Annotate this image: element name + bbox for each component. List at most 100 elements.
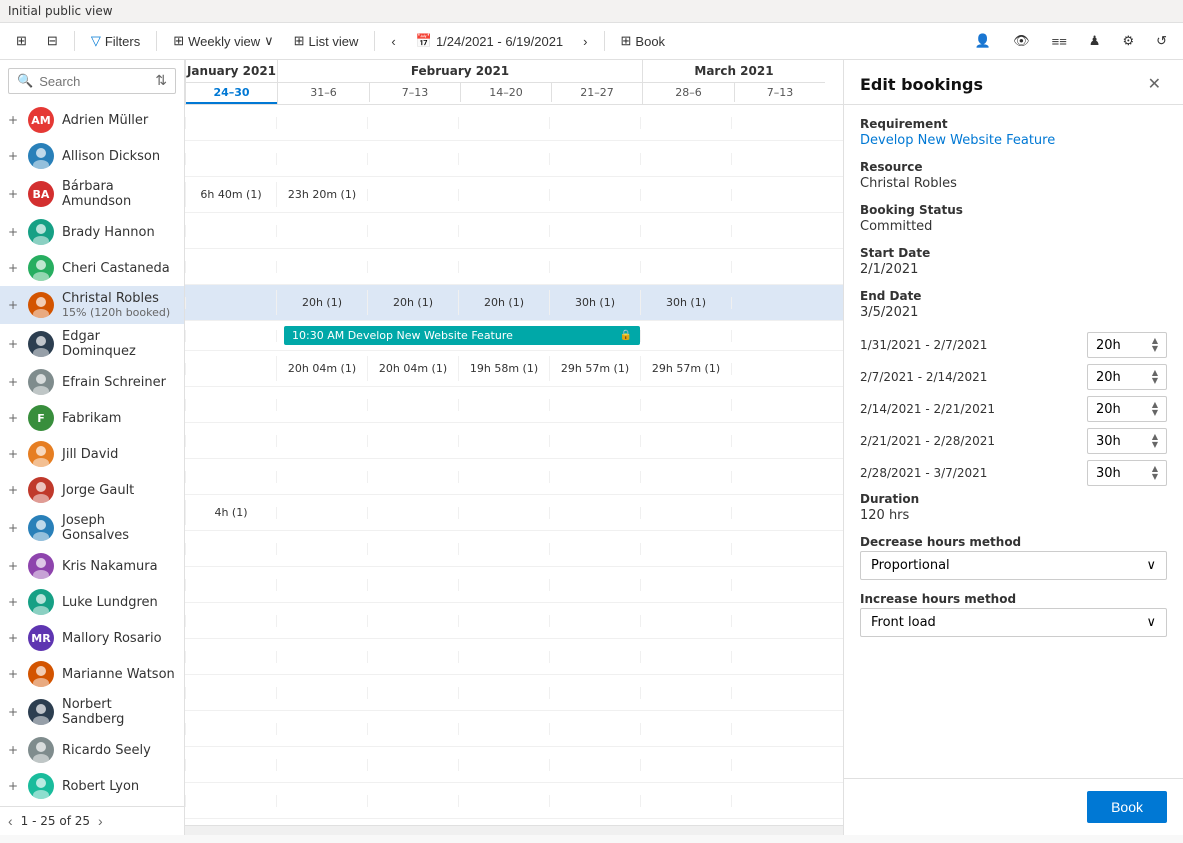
- resource-item[interactable]: +Marianne Watson: [0, 656, 184, 692]
- cal-week-cell[interactable]: 14–20: [460, 83, 551, 102]
- book-toolbar-button[interactable]: ⊞ Book: [613, 29, 674, 53]
- cal-cell: [549, 507, 640, 519]
- next-page-button[interactable]: ›: [98, 813, 103, 829]
- cal-cell: [458, 687, 549, 699]
- expand-icon: +: [8, 705, 20, 719]
- week-hours-input[interactable]: 20h▲▼: [1087, 364, 1167, 390]
- cal-cell: [640, 225, 731, 237]
- resource-name: Kris Nakamura: [62, 559, 158, 574]
- weekly-view-button[interactable]: ⊞ Weekly view ∨: [165, 29, 281, 53]
- increase-method-dropdown[interactable]: Front load ∨: [860, 608, 1167, 637]
- scrollbar-track[interactable]: [185, 825, 843, 835]
- resource-item[interactable]: +Luke Lundgren: [0, 584, 184, 620]
- resource-item[interactable]: +Allison Dickson: [0, 138, 184, 174]
- requirement-field: Requirement Develop New Website Feature: [860, 117, 1167, 148]
- resource-item[interactable]: +Robert Lyon: [0, 768, 184, 804]
- week-range-label: 2/21/2021 - 2/28/2021: [860, 434, 1079, 448]
- cal-week-cell[interactable]: 7–13: [734, 83, 825, 102]
- cal-week-cell[interactable]: 21–27: [551, 83, 642, 102]
- resource-item[interactable]: +MRMallory Rosario: [0, 620, 184, 656]
- booking-bar[interactable]: 10:30 AM Develop New Website Feature🔒: [284, 326, 640, 345]
- resource-item[interactable]: +Christal Robles15% (120h booked): [0, 286, 184, 324]
- cal-cell: [185, 579, 276, 591]
- search-input[interactable]: [39, 74, 149, 89]
- week-hours-down[interactable]: ▼: [1152, 377, 1158, 385]
- cal-cell: [640, 543, 731, 555]
- cal-week-cell[interactable]: 28–6: [643, 83, 734, 102]
- cal-week-cell[interactable]: 7–13: [369, 83, 460, 102]
- list-view-button[interactable]: ⊞ List view: [286, 29, 367, 53]
- resource-item[interactable]: +Ryan Brim: [0, 804, 184, 806]
- resource-item[interactable]: +Jorge Gault: [0, 472, 184, 508]
- prev-page-button[interactable]: ‹: [8, 813, 13, 829]
- book-toolbar-icon: ⊞: [621, 33, 632, 49]
- cal-week-cell[interactable]: 24–30: [186, 83, 277, 104]
- resource-item[interactable]: +Cheri Castaneda: [0, 250, 184, 286]
- week-hours-input[interactable]: 30h▲▼: [1087, 428, 1167, 454]
- cal-cell: [367, 543, 458, 555]
- cal-week-cell[interactable]: 31–6: [278, 83, 369, 102]
- refresh-icon-button[interactable]: ↺: [1148, 29, 1175, 53]
- persona-icon-button[interactable]: 👤: [967, 29, 999, 53]
- cal-row: [185, 603, 843, 639]
- week-hours-down[interactable]: ▼: [1152, 409, 1158, 417]
- resource-item[interactable]: +Jill David: [0, 436, 184, 472]
- avatar: [28, 515, 54, 541]
- week-hours-input[interactable]: 30h▲▼: [1087, 460, 1167, 486]
- date-range-button[interactable]: 📅 1/24/2021 - 6/19/2021: [408, 29, 571, 53]
- start-date-field: Start Date 2/1/2021: [860, 246, 1167, 277]
- resource-item[interactable]: +FFabrikam: [0, 400, 184, 436]
- resource-item[interactable]: +Edgar Dominquez: [0, 324, 184, 364]
- resource-item[interactable]: +Kris Nakamura: [0, 548, 184, 584]
- week-hours-input[interactable]: 20h▲▼: [1087, 332, 1167, 358]
- eye-icon-button[interactable]: 👁: [1005, 29, 1038, 53]
- side-panel-button[interactable]: ⊟: [39, 29, 66, 53]
- edit-panel-header: Edit bookings ✕: [844, 60, 1183, 105]
- week-hours-down[interactable]: ▼: [1152, 441, 1158, 449]
- cal-cell: [731, 363, 822, 375]
- cal-row: [185, 141, 843, 177]
- cal-cell: [276, 435, 367, 447]
- hierarchy-icon-button[interactable]: ♟: [1081, 29, 1109, 53]
- cal-month-label: February 2021: [278, 60, 642, 83]
- sort-icon[interactable]: ⇅: [155, 73, 167, 89]
- toggle-panel-button[interactable]: ⊞: [8, 29, 35, 53]
- resource-item[interactable]: +AMAdrien Müller: [0, 102, 184, 138]
- expand-icon: +: [8, 483, 20, 497]
- cal-cell: [549, 225, 640, 237]
- resource-item[interactable]: +Efrain Schreiner: [0, 364, 184, 400]
- cal-cell: [276, 579, 367, 591]
- resource-name: Efrain Schreiner: [62, 375, 166, 390]
- cal-cell: [367, 153, 458, 165]
- avatar: [28, 661, 54, 687]
- resource-item[interactable]: +Ricardo Seely: [0, 732, 184, 768]
- grid-icon-button[interactable]: ≡≡: [1044, 30, 1075, 53]
- start-date-value: 2/1/2021: [860, 262, 1167, 277]
- prev-date-button[interactable]: ‹: [383, 30, 403, 53]
- eye-icon: 👁: [1013, 33, 1030, 49]
- settings-icon-button[interactable]: ⚙: [1114, 29, 1142, 53]
- cal-cell-empty: [640, 330, 731, 342]
- search-box[interactable]: 🔍 ⇅: [8, 68, 176, 94]
- resource-item[interactable]: + Norbert Sandberg: [0, 692, 184, 732]
- resource-item[interactable]: +BABárbara Amundson: [0, 174, 184, 214]
- cal-cell: [185, 795, 276, 807]
- resource-item[interactable]: +Joseph Gonsalves: [0, 508, 184, 548]
- calendar-header: January 202124–30February 202131–67–1314…: [185, 60, 843, 105]
- filters-button[interactable]: ▽ Filters: [83, 29, 148, 53]
- requirement-value[interactable]: Develop New Website Feature: [860, 133, 1167, 148]
- resource-name: Norbert Sandberg: [62, 697, 176, 727]
- cal-cell: [367, 225, 458, 237]
- week-hours-down[interactable]: ▼: [1152, 473, 1158, 481]
- week-range-label: 2/14/2021 - 2/21/2021: [860, 402, 1079, 416]
- edit-panel-close-button[interactable]: ✕: [1142, 72, 1167, 96]
- week-hours-down[interactable]: ▼: [1152, 345, 1158, 353]
- week-hours-value: 20h: [1096, 402, 1121, 417]
- next-date-button[interactable]: ›: [575, 30, 595, 53]
- decrease-method-dropdown[interactable]: Proportional ∨: [860, 551, 1167, 580]
- book-button[interactable]: Book: [1087, 791, 1167, 823]
- resource-item[interactable]: +Brady Hannon: [0, 214, 184, 250]
- week-hours-input[interactable]: 20h▲▼: [1087, 396, 1167, 422]
- week-range-label: 1/31/2021 - 2/7/2021: [860, 338, 1079, 352]
- calendar-icon: 📅: [416, 33, 432, 49]
